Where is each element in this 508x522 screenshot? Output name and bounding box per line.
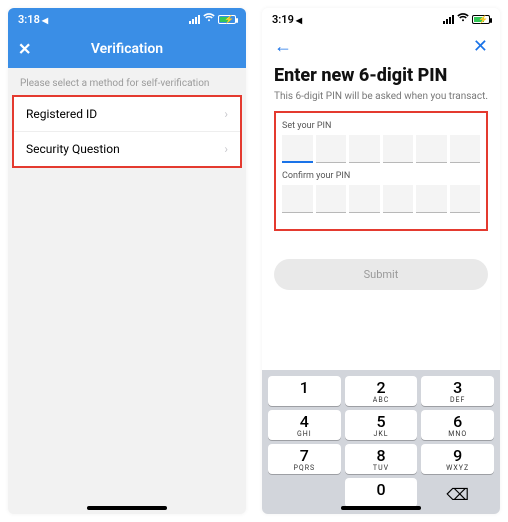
numeric-keypad: 1 2ABC 3DEF 4GHI 5JKL 6MNO 7PQRS 8TUV 9W… — [262, 370, 500, 514]
key-8[interactable]: 8TUV — [345, 444, 418, 474]
battery-icon: ⚡ — [218, 15, 236, 24]
verification-screen: 3:18◀ ⚡ ✕ Verification Please select a m… — [8, 8, 246, 514]
pin-digit-input[interactable] — [349, 135, 380, 163]
set-pin-label: Set your PIN — [282, 121, 480, 131]
key-6[interactable]: 6MNO — [421, 410, 494, 440]
pin-digit-input[interactable] — [316, 185, 347, 213]
pin-digit-input[interactable] — [416, 185, 447, 213]
option-label: Registered ID — [26, 107, 97, 121]
set-pin-row — [282, 135, 480, 163]
key-blank — [268, 478, 341, 508]
key-delete[interactable]: ⌫ — [421, 478, 494, 508]
pin-digit-input[interactable] — [282, 135, 313, 163]
status-bar: 3:19◀ ⚡ — [262, 8, 500, 30]
header: ✕ Verification — [8, 30, 246, 68]
key-5[interactable]: 5JKL — [345, 410, 418, 440]
nav-bar: ← ✕ — [262, 30, 500, 65]
verification-options-highlight: Registered ID › Security Question › — [12, 95, 242, 168]
confirm-pin-row — [282, 185, 480, 213]
confirm-pin-label: Confirm your PIN — [282, 171, 480, 181]
home-indicator[interactable] — [341, 506, 421, 510]
key-4[interactable]: 4GHI — [268, 410, 341, 440]
option-registered-id[interactable]: Registered ID › — [14, 97, 240, 132]
pin-digit-input[interactable] — [450, 135, 481, 163]
pin-digit-input[interactable] — [383, 185, 414, 213]
option-label: Security Question — [26, 142, 120, 156]
pin-digit-input[interactable] — [383, 135, 414, 163]
status-time: 3:19◀ — [272, 13, 302, 26]
page-title: Enter new 6-digit PIN — [274, 65, 488, 86]
chevron-right-icon: › — [224, 107, 228, 121]
key-0[interactable]: 0 — [345, 478, 418, 508]
pin-digit-input[interactable] — [416, 135, 447, 163]
pin-digit-input[interactable] — [316, 135, 347, 163]
key-2[interactable]: 2ABC — [345, 376, 418, 406]
wifi-icon — [457, 13, 469, 25]
instruction-text: Please select a method for self-verifica… — [8, 68, 246, 95]
key-1[interactable]: 1 — [268, 376, 341, 406]
backspace-icon: ⌫ — [446, 485, 469, 504]
status-time: 3:18◀ — [18, 13, 48, 26]
back-icon[interactable]: ← — [274, 36, 292, 57]
key-7[interactable]: 7PQRS — [268, 444, 341, 474]
option-security-question[interactable]: Security Question › — [14, 132, 240, 166]
set-pin-screen: 3:19◀ ⚡ ← ✕ Enter new 6-digit PIN This 6… — [262, 8, 500, 514]
cellular-icon — [189, 15, 200, 24]
close-icon[interactable]: ✕ — [473, 36, 488, 57]
header-title: Verification — [91, 41, 163, 57]
submit-button[interactable]: Submit — [274, 259, 488, 290]
pin-digit-input[interactable] — [282, 185, 313, 213]
pin-input-highlight: Set your PIN Confirm your PIN — [274, 111, 488, 231]
home-indicator[interactable] — [87, 506, 167, 510]
wifi-icon — [203, 13, 215, 25]
chevron-right-icon: › — [224, 142, 228, 156]
key-9[interactable]: 9WXYZ — [421, 444, 494, 474]
status-bar: 3:18◀ ⚡ — [8, 8, 246, 30]
cellular-icon — [443, 15, 454, 24]
page-subtitle: This 6-digit PIN will be asked when you … — [274, 90, 488, 103]
pin-digit-input[interactable] — [349, 185, 380, 213]
pin-digit-input[interactable] — [450, 185, 481, 213]
key-3[interactable]: 3DEF — [421, 376, 494, 406]
battery-icon: ⚡ — [472, 15, 490, 24]
close-icon[interactable]: ✕ — [18, 40, 31, 59]
